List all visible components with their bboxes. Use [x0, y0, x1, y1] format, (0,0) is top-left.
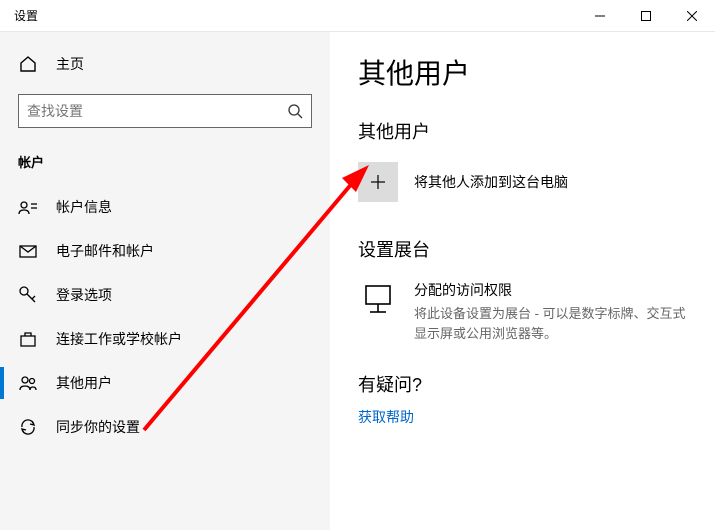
sidebar-item-sync[interactable]: 同步你的设置 [0, 405, 330, 449]
add-user-button[interactable] [358, 162, 398, 202]
close-icon [687, 11, 697, 21]
search-box[interactable] [18, 94, 312, 128]
add-user-label: 将其他人添加到这台电脑 [414, 172, 568, 192]
kiosk-description: 将此设备设置为展台 - 可以是数字标牌、交互式显示屏或公用浏览器等。 [414, 304, 687, 343]
plus-icon [370, 174, 386, 190]
window-title: 设置 [0, 7, 38, 24]
sidebar-section-header: 帐户 [0, 146, 330, 185]
sidebar-item-label: 帐户信息 [56, 197, 112, 217]
help-link[interactable]: 获取帮助 [358, 407, 687, 427]
nav-home-label: 主页 [56, 54, 84, 74]
maximize-button[interactable] [623, 0, 669, 32]
mail-icon [18, 241, 38, 261]
nav-home[interactable]: 主页 [0, 44, 330, 84]
kiosk-row[interactable]: 分配的访问权限 将此设备设置为展台 - 可以是数字标牌、交互式显示屏或公用浏览器… [358, 280, 687, 343]
help-title: 有疑问? [358, 371, 687, 397]
sidebar-item-work-school[interactable]: 连接工作或学校帐户 [0, 317, 330, 361]
minimize-icon [595, 11, 605, 21]
sidebar-item-account-info[interactable]: 帐户信息 [0, 185, 330, 229]
section-other-users: 其他用户 [358, 118, 687, 144]
maximize-icon [641, 11, 651, 21]
home-icon [18, 54, 38, 74]
key-icon [18, 285, 38, 305]
briefcase-icon [18, 329, 38, 349]
main-content: 其他用户 其他用户 将其他人添加到这台电脑 设置展台 分配的访问权限 将此设备设… [330, 32, 715, 530]
search-input[interactable] [27, 103, 287, 119]
search-icon [287, 103, 303, 119]
person-card-icon [18, 197, 38, 217]
kiosk-icon [358, 280, 398, 320]
kiosk-title: 分配的访问权限 [414, 280, 687, 300]
sidebar: 主页 帐户 帐户信息 电子邮件和帐户 [0, 32, 330, 530]
close-button[interactable] [669, 0, 715, 32]
sidebar-item-label: 连接工作或学校帐户 [56, 329, 182, 349]
sidebar-item-email[interactable]: 电子邮件和帐户 [0, 229, 330, 273]
sidebar-item-label: 其他用户 [56, 373, 112, 393]
sidebar-item-signin[interactable]: 登录选项 [0, 273, 330, 317]
section-kiosk: 设置展台 [358, 236, 687, 262]
add-user-row[interactable]: 将其他人添加到这台电脑 [358, 162, 687, 202]
sidebar-item-label: 同步你的设置 [56, 417, 140, 437]
sidebar-item-other-users[interactable]: 其他用户 [0, 361, 330, 405]
sidebar-item-label: 电子邮件和帐户 [56, 241, 154, 261]
sidebar-item-label: 登录选项 [56, 285, 112, 305]
minimize-button[interactable] [577, 0, 623, 32]
people-icon [18, 373, 38, 393]
page-title: 其他用户 [358, 52, 687, 92]
sync-icon [18, 417, 38, 437]
titlebar: 设置 [0, 0, 715, 32]
